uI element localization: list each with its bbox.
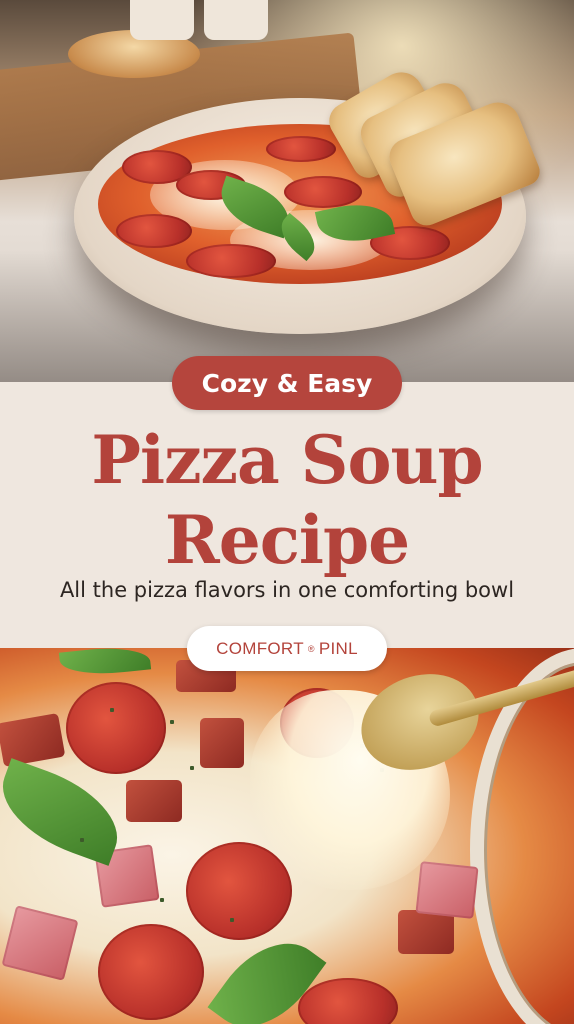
pepperoni [98,924,204,1020]
pepperoni [66,682,166,774]
brand-left: COMFORT [216,638,304,658]
sausage-piece [0,712,66,768]
brand-badge[interactable]: COMFORT ® PINL [187,626,387,671]
cup [204,0,268,40]
pepperoni [284,176,362,208]
pepperoni [116,214,192,248]
pepperoni [298,978,398,1024]
hero-photo-top [0,0,574,382]
herb-fleck [190,766,194,770]
basil-leaf [0,758,132,866]
pepperoni [266,136,336,162]
badge-cozy-easy: Cozy & Easy [172,356,402,410]
basil-leaf [58,648,152,679]
cup [130,0,194,40]
sausage-piece [398,910,454,954]
sausage-piece [126,780,182,822]
sausage-piece [200,718,244,768]
herb-fleck [80,838,84,842]
page-title-line-1: Pizza Soup [91,421,483,499]
herb-fleck [160,898,164,902]
brand-mark: ® [307,643,315,654]
brand-right: PINL [318,638,358,658]
ham-cube [1,905,79,981]
herb-fleck [230,918,234,922]
page-title-line-2: Recipe [164,501,410,579]
herb-fleck [110,708,114,712]
pepperoni [186,244,276,278]
herb-fleck [170,720,174,724]
subtitle: All the pizza flavors in one comforting … [59,578,515,602]
ham-cube [415,861,479,919]
